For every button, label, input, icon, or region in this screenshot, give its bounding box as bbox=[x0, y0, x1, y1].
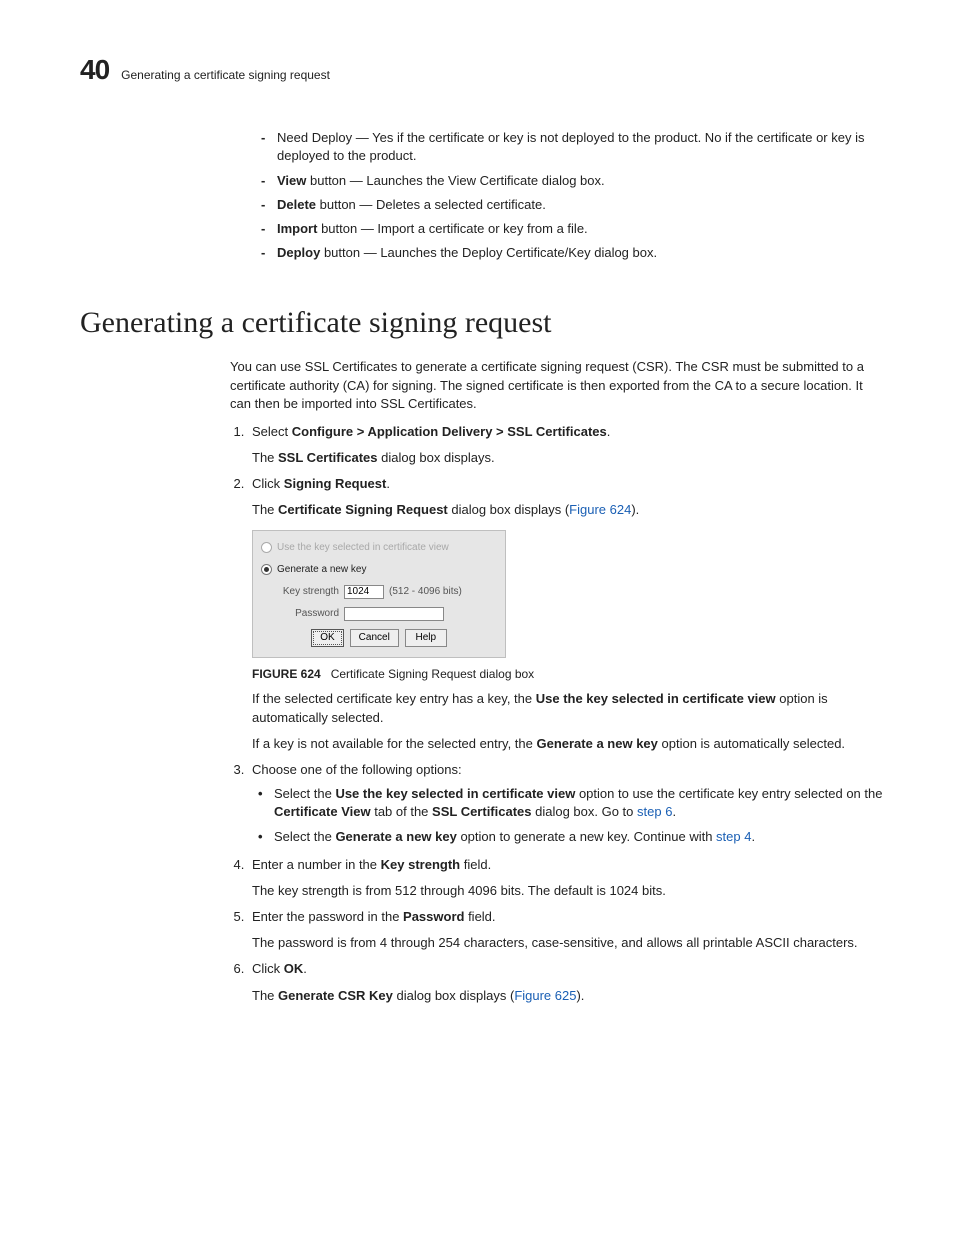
step-2: Click Signing Request. The Certificate S… bbox=[248, 475, 884, 753]
intro-paragraph: You can use SSL Certificates to generate… bbox=[230, 358, 884, 413]
text: field. bbox=[464, 909, 495, 924]
text: option to generate a new key. Continue w… bbox=[457, 829, 716, 844]
text: Use the key selected in certificate view bbox=[536, 691, 776, 706]
text: Enter the password in the bbox=[252, 909, 403, 924]
text: Generate a new key bbox=[536, 736, 657, 751]
text: Use the key selected in certificate view bbox=[335, 786, 575, 801]
step-link[interactable]: step 6 bbox=[637, 804, 672, 819]
list-item: Deploy button — Launches the Deploy Cert… bbox=[255, 244, 884, 262]
text: The bbox=[252, 502, 278, 517]
text: View bbox=[277, 173, 306, 188]
figure-link[interactable]: Figure 625 bbox=[514, 988, 576, 1003]
list-item: Select the Generate a new key option to … bbox=[252, 828, 884, 846]
text: Choose one of the following options: bbox=[252, 762, 462, 777]
list-item: Delete button — Deletes a selected certi… bbox=[255, 196, 884, 214]
text: Deploy bbox=[277, 245, 320, 260]
key-strength-label: Key strength bbox=[277, 585, 339, 599]
step-3: Choose one of the following options: Sel… bbox=[248, 761, 884, 846]
text: The password is from 4 through 254 chara… bbox=[252, 934, 884, 952]
text: Select bbox=[252, 424, 292, 439]
text: Key strength bbox=[381, 857, 460, 872]
text: dialog box displays ( bbox=[393, 988, 514, 1003]
radio-label: Generate a new key bbox=[277, 563, 367, 577]
password-input[interactable] bbox=[344, 607, 444, 621]
ok-button[interactable]: OK bbox=[311, 629, 343, 647]
text: . bbox=[386, 476, 390, 491]
text: ). bbox=[576, 988, 584, 1003]
text: Enter a number in the bbox=[252, 857, 381, 872]
text: Click bbox=[252, 476, 284, 491]
cancel-button[interactable]: Cancel bbox=[350, 629, 399, 647]
text: Certificate Signing Request bbox=[278, 502, 448, 517]
chapter-number: 40 bbox=[80, 50, 109, 89]
text: option is automatically selected. bbox=[658, 736, 845, 751]
text: . bbox=[607, 424, 611, 439]
figure-label: FIGURE 624 bbox=[252, 667, 321, 681]
figure-title: Certificate Signing Request dialog box bbox=[331, 667, 534, 681]
text: The key strength is from 512 through 409… bbox=[252, 882, 884, 900]
text: Delete bbox=[277, 197, 316, 212]
text: Click bbox=[252, 961, 284, 976]
text: Generate CSR Key bbox=[278, 988, 393, 1003]
figure-caption: FIGURE 624 Certificate Signing Request d… bbox=[252, 666, 884, 683]
text: Need Deploy — Yes if the certificate or … bbox=[277, 130, 864, 163]
text: The bbox=[252, 450, 278, 465]
text: Generate a new key bbox=[335, 829, 456, 844]
section-heading: Generating a certificate signing request bbox=[80, 302, 884, 344]
text: option to use the certificate key entry … bbox=[575, 786, 882, 801]
text: If a key is not available for the select… bbox=[252, 736, 536, 751]
help-button[interactable]: Help bbox=[405, 629, 447, 647]
text: Password bbox=[403, 909, 464, 924]
text: Select the bbox=[274, 829, 335, 844]
text: Signing Request bbox=[284, 476, 387, 491]
list-item: Select the Use the key selected in certi… bbox=[252, 785, 884, 821]
text: . bbox=[751, 829, 755, 844]
radio-generate-new-key[interactable] bbox=[261, 564, 272, 575]
step-5: Enter the password in the Password field… bbox=[248, 908, 884, 952]
step-6: Click OK. The Generate CSR Key dialog bo… bbox=[248, 960, 884, 1004]
list-item: View button — Launches the View Certific… bbox=[255, 172, 884, 190]
text: SSL Certificates bbox=[278, 450, 377, 465]
text: dialog box displays ( bbox=[448, 502, 569, 517]
step-link[interactable]: step 4 bbox=[716, 829, 751, 844]
text: ). bbox=[631, 502, 639, 517]
chapter-running-title: Generating a certificate signing request bbox=[121, 67, 330, 84]
text: Select the bbox=[274, 786, 335, 801]
step-4: Enter a number in the Key strength field… bbox=[248, 856, 884, 900]
text: button — Deletes a selected certificate. bbox=[316, 197, 546, 212]
procedure-steps: Select Configure > Application Delivery … bbox=[230, 423, 884, 1005]
running-header: 40 Generating a certificate signing requ… bbox=[80, 50, 884, 89]
text: Configure > Application Delivery > SSL C… bbox=[292, 424, 607, 439]
text: Certificate View bbox=[274, 804, 371, 819]
text: SSL Certificates bbox=[432, 804, 531, 819]
password-label: Password bbox=[277, 607, 339, 621]
text: button — Import a certificate or key fro… bbox=[317, 221, 587, 236]
step-1: Select Configure > Application Delivery … bbox=[248, 423, 884, 467]
csr-dialog-mock: Use the key selected in certificate view… bbox=[252, 530, 506, 658]
text: The bbox=[252, 988, 278, 1003]
text: button — Launches the Deploy Certificate… bbox=[320, 245, 657, 260]
text: field. bbox=[460, 857, 491, 872]
list-item: Need Deploy — Yes if the certificate or … bbox=[255, 129, 884, 165]
text: OK bbox=[284, 961, 304, 976]
text: button — Launches the View Certificate d… bbox=[306, 173, 604, 188]
text: If the selected certificate key entry ha… bbox=[252, 691, 536, 706]
radio-label: Use the key selected in certificate view bbox=[277, 541, 449, 555]
top-bullet-block: Need Deploy — Yes if the certificate or … bbox=[255, 129, 884, 262]
key-strength-hint: (512 - 4096 bits) bbox=[389, 585, 462, 599]
text: . bbox=[303, 961, 307, 976]
section-body: You can use SSL Certificates to generate… bbox=[230, 358, 884, 1005]
list-item: Import button — Import a certificate or … bbox=[255, 220, 884, 238]
text: . bbox=[672, 804, 676, 819]
text: tab of the bbox=[371, 804, 432, 819]
text: dialog box. Go to bbox=[532, 804, 638, 819]
figure-link[interactable]: Figure 624 bbox=[569, 502, 631, 517]
key-strength-input[interactable] bbox=[344, 585, 384, 599]
text: dialog box displays. bbox=[377, 450, 494, 465]
text: Import bbox=[277, 221, 317, 236]
radio-use-selected-key[interactable] bbox=[261, 542, 272, 553]
